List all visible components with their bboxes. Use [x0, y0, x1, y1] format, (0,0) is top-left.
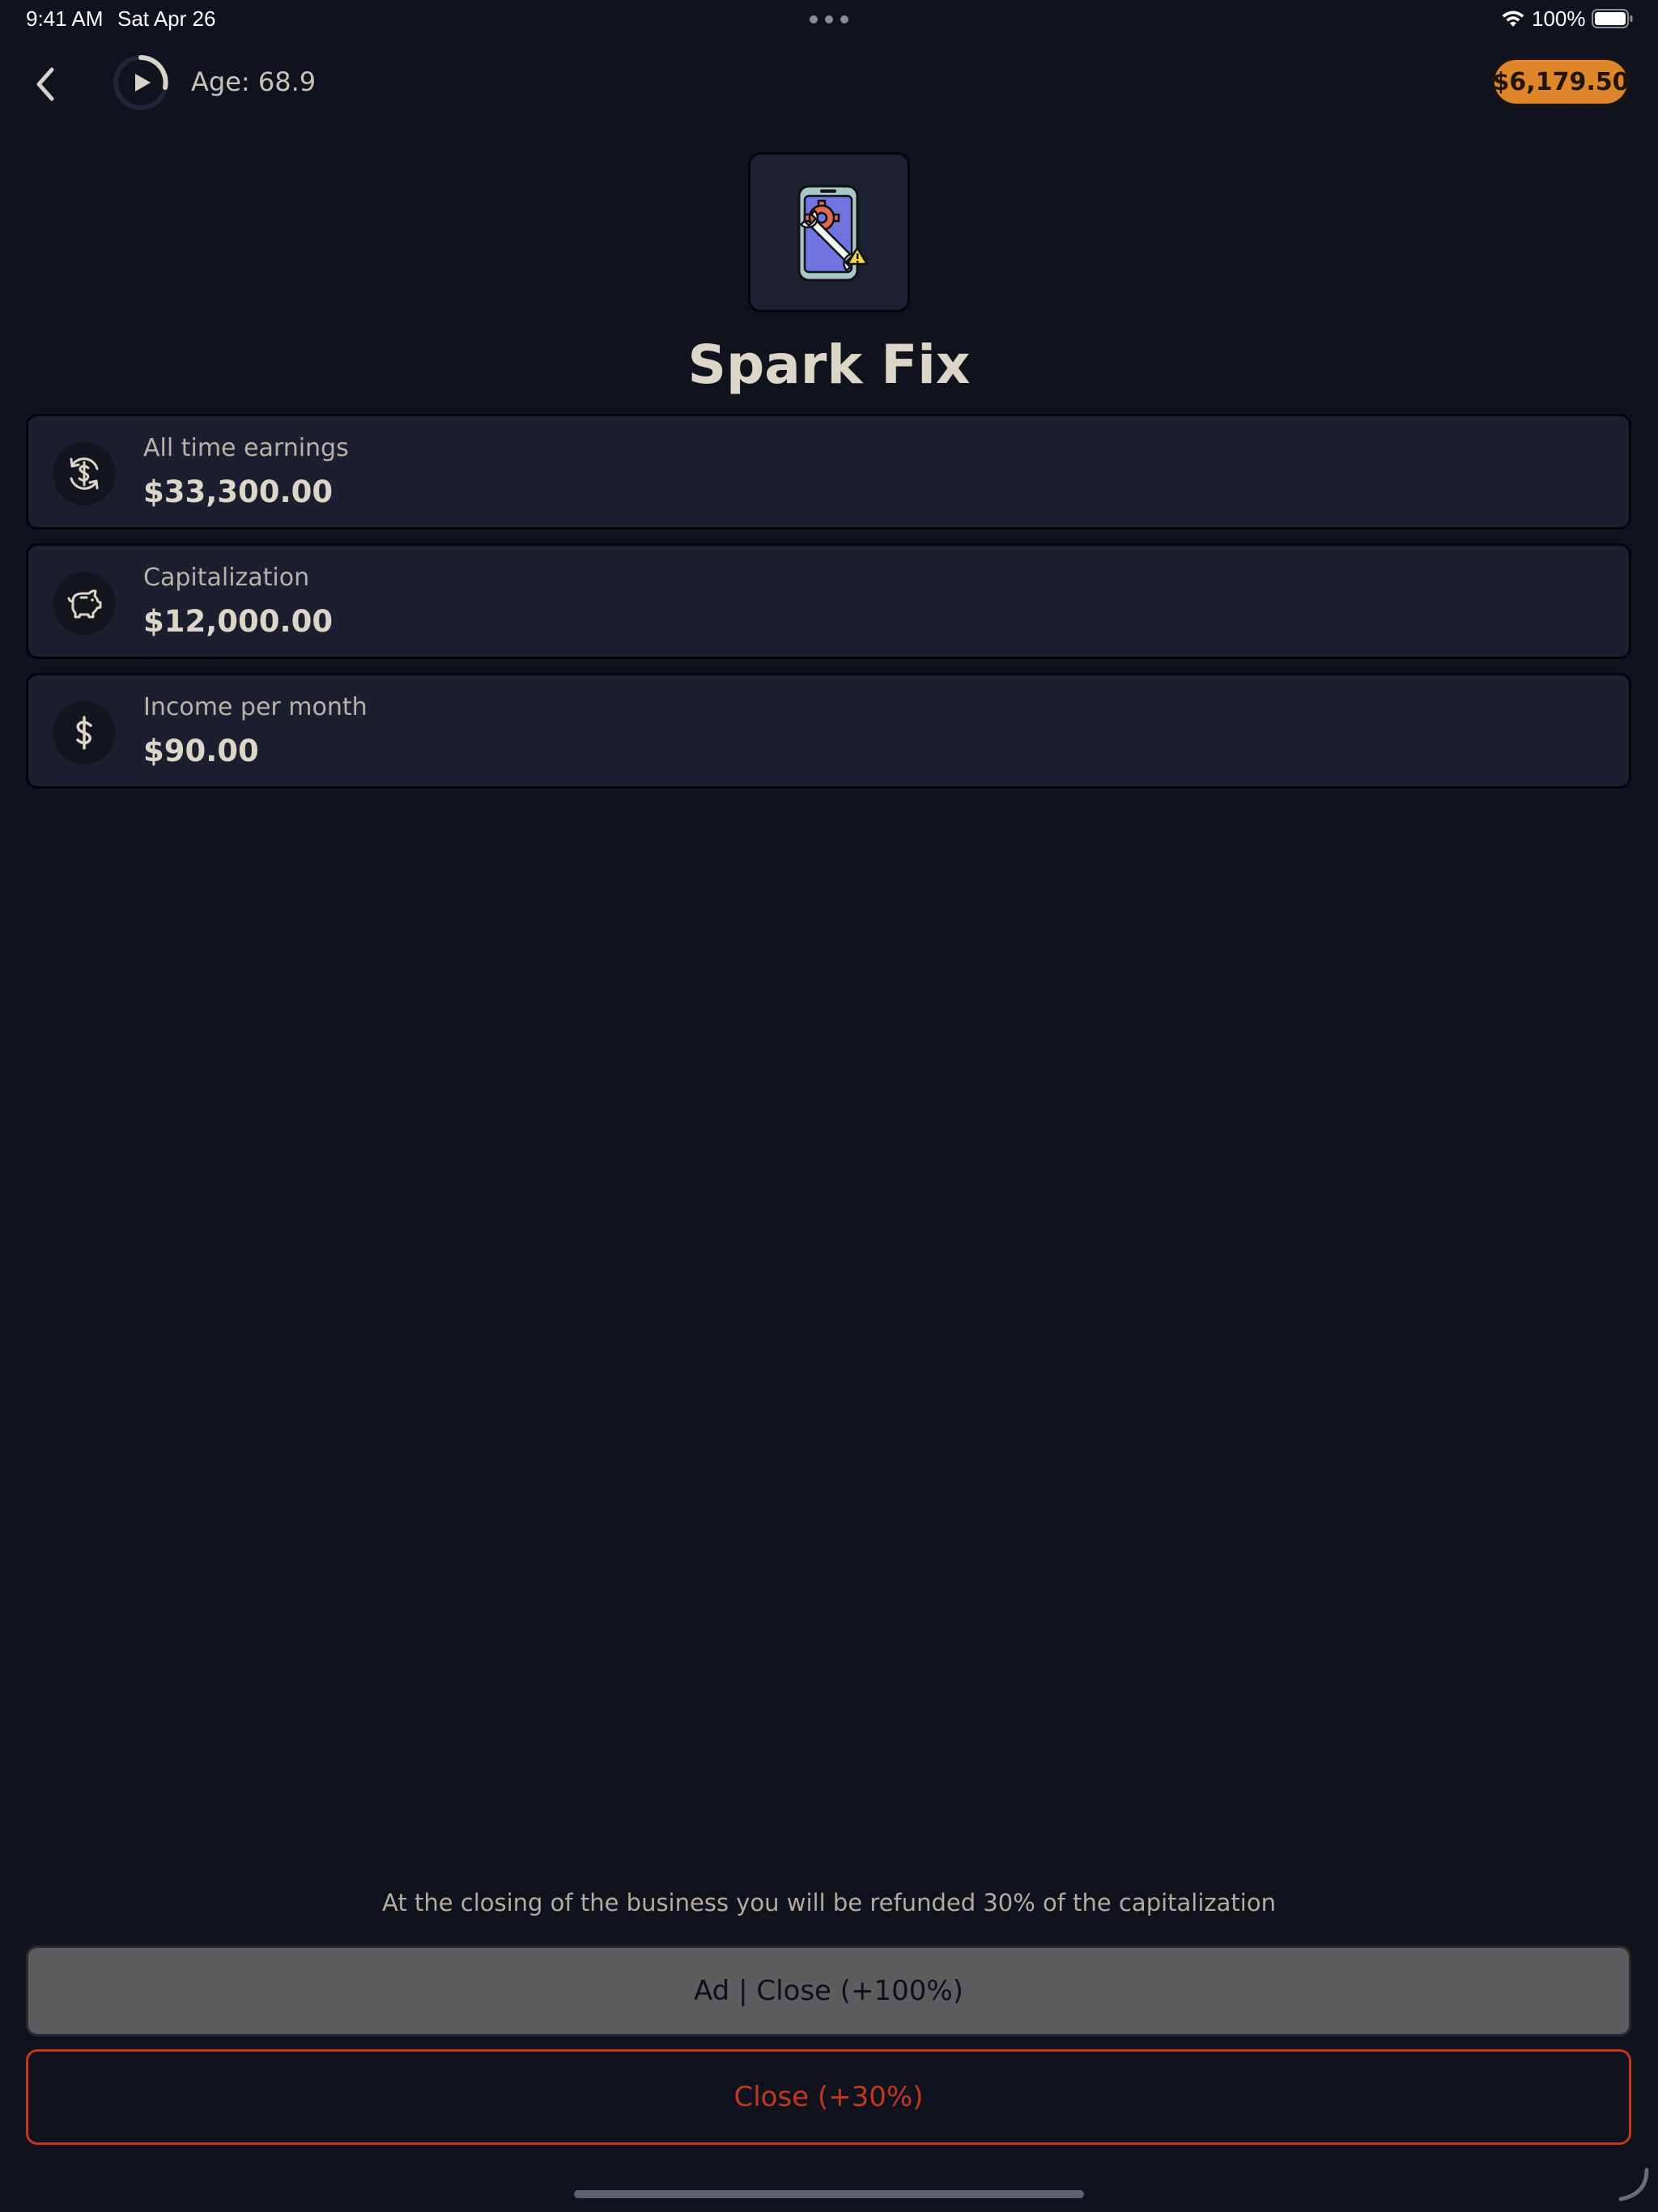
- play-progress-icon: [113, 55, 168, 110]
- time-play-button[interactable]: [112, 53, 170, 112]
- refresh-dollar-icon: [53, 442, 116, 505]
- battery-icon: [1592, 9, 1633, 28]
- refund-note: At the closing of the business you will …: [382, 1889, 1276, 1916]
- battery-percentage: 100%: [1532, 6, 1586, 31]
- close-business-button[interactable]: Close (+30%): [26, 2049, 1631, 2145]
- stat-card-income-per-month: Income per month $90.00: [26, 673, 1631, 789]
- resize-corner-icon: [1618, 2167, 1649, 2201]
- status-bar: 9:41 AM Sat Apr 26 100%: [0, 0, 1658, 40]
- stat-label: Income per month: [143, 693, 368, 721]
- business-title: Spark Fix: [687, 334, 971, 396]
- stat-card-all-time-earnings: All time earnings $33,300.00: [26, 414, 1631, 530]
- balance-badge[interactable]: $6,179.50: [1492, 57, 1630, 106]
- home-indicator[interactable]: [574, 2190, 1084, 2198]
- piggy-bank-icon: [53, 572, 116, 635]
- stat-label: All time earnings: [143, 434, 349, 462]
- stat-value: $12,000.00: [143, 604, 334, 639]
- business-icon-card: [748, 152, 910, 313]
- stat-label: Capitalization: [143, 564, 310, 592]
- multitasking-dots-icon[interactable]: [810, 8, 848, 31]
- ad-close-button[interactable]: Ad | Close (+100%): [26, 1946, 1631, 2036]
- wifi-icon: [1502, 11, 1524, 27]
- chevron-left-icon: [36, 67, 54, 101]
- age-label: Age: 68.9: [191, 66, 317, 97]
- back-button[interactable]: [24, 63, 66, 105]
- phone-repair-icon: [797, 185, 869, 282]
- stat-value: $90.00: [143, 734, 259, 768]
- dollar-icon: [53, 701, 116, 764]
- business-detail-screen: 9:41 AM Sat Apr 26 100% Age: 68.9 $6,179: [0, 0, 1658, 2212]
- status-time: 9:41 AM: [26, 6, 104, 31]
- stat-card-capitalization: Capitalization $12,000.00: [26, 543, 1631, 659]
- stat-value: $33,300.00: [143, 474, 334, 509]
- status-date: Sat Apr 26: [117, 6, 216, 31]
